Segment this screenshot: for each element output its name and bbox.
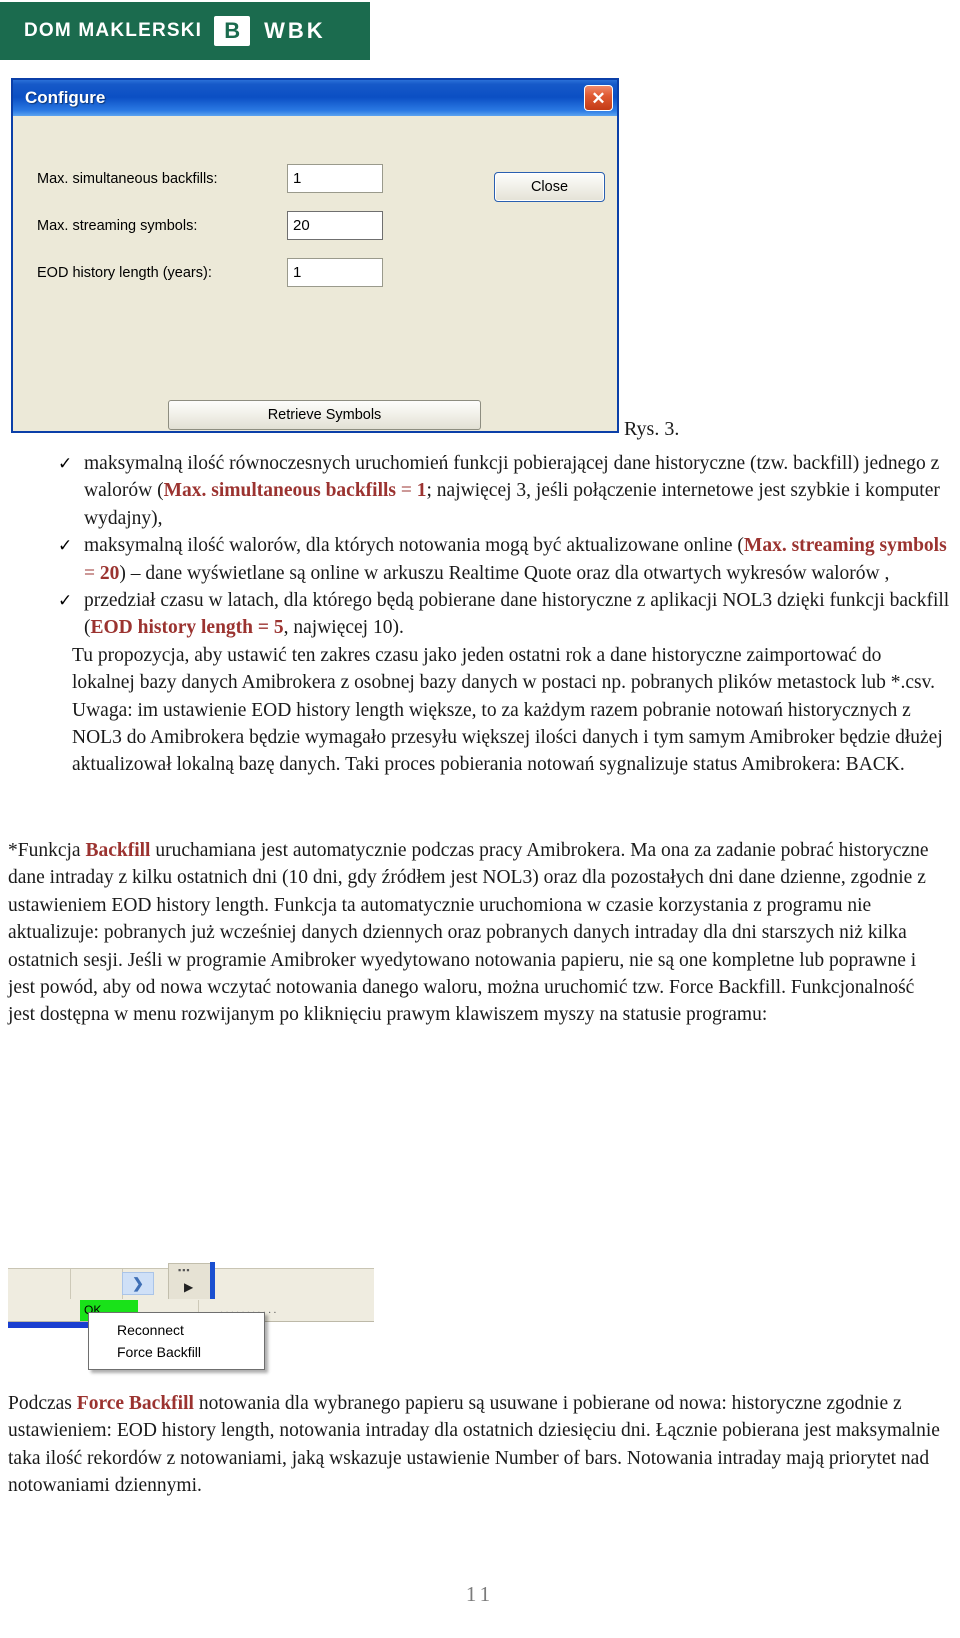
field-row-eod-history-length: EOD history length (years): xyxy=(37,258,383,287)
list-item-text: maksymalną ilość walorów, dla których no… xyxy=(84,535,947,584)
grip-dots-icon: ▪▪▪ xyxy=(178,1265,191,1275)
brand-name: DOM MAKLERSKI xyxy=(24,20,203,41)
check-icon: ✓ xyxy=(58,536,73,557)
brand-header: DOM MAKLERSKI B WBK xyxy=(0,2,370,60)
play-icon[interactable]: ▶ xyxy=(184,1280,193,1294)
bullet-list: ✓ maksymalną ilość równoczesnych uruchom… xyxy=(0,450,960,642)
footnote-body: uruchamiana jest automatycznie podczas p… xyxy=(8,839,929,1026)
context-menu: Reconnect Force Backfill xyxy=(88,1312,265,1370)
label-max-streaming-symbols: Max. streaming symbols: xyxy=(37,217,198,234)
list-item-text: przedział czasu w latach, dla którego bę… xyxy=(84,590,950,639)
retrieve-symbols-button[interactable]: Retrieve Symbols xyxy=(168,400,481,430)
check-icon: ✓ xyxy=(58,454,73,474)
list-item: ✓ maksymalną ilość równoczesnych uruchom… xyxy=(0,450,960,532)
dialog-title-text: Configure xyxy=(25,88,106,107)
dialog-title-bar[interactable]: Configure ✕ xyxy=(13,80,617,116)
page-number: 11 xyxy=(465,1582,495,1606)
footnote-prefix: *Funkcja xyxy=(8,839,86,861)
check-icon: ✓ xyxy=(58,591,73,612)
document-body: ✓ maksymalną ilość równoczesnych uruchom… xyxy=(0,450,960,1029)
status-bar-screenshot: ❯ ▪▪▪ ▶ OK ··········· Reconnect Force B… xyxy=(8,1262,428,1370)
list-item-text: maksymalną ilość równoczesnych uruchomie… xyxy=(84,453,940,529)
figure-caption: Rys. 3. xyxy=(624,418,680,440)
close-button[interactable]: Close xyxy=(494,172,605,202)
field-row-max-streaming-symbols: Max. streaming symbols: xyxy=(37,211,383,240)
label-eod-history-length: EOD history length (years): xyxy=(37,264,212,281)
brand-logo-icon: B xyxy=(214,16,251,46)
paragraph-backfill-footnote: *Funkcja Backfill uruchamiana jest autom… xyxy=(0,837,960,1029)
input-max-streaming-symbols[interactable] xyxy=(287,211,383,240)
list-item: ✓ przedział czasu w latach, dla którego … xyxy=(0,587,960,642)
mini-bottom-blue-bar xyxy=(8,1322,90,1328)
brand-suffix: WBK xyxy=(264,18,326,43)
list-item: ✓ maksymalną ilość walorów, dla których … xyxy=(0,532,960,587)
paragraph-proposal: Tu propozycja, aby ustawić ten zakres cz… xyxy=(72,644,935,694)
menu-item-force-backfill[interactable]: Force Backfill xyxy=(89,1341,264,1363)
field-row-max-simultaneous-backfills: Max. simultaneous backfills: xyxy=(37,164,383,193)
paragraph-warning: Uwaga: im ustawienie EOD history length … xyxy=(72,699,943,776)
final-term-force-backfill: Force Backfill xyxy=(76,1393,194,1414)
input-eod-history-length[interactable] xyxy=(287,258,383,287)
close-icon[interactable]: ✕ xyxy=(584,85,613,111)
final-paragraph-wrap: Podczas Force Backfill notowania dla wyb… xyxy=(0,1390,960,1500)
final-prefix: Podczas xyxy=(8,1393,77,1414)
next-arrow-icon[interactable]: ❯ xyxy=(122,1272,154,1295)
configure-dialog: Configure ✕ Max. simultaneous backfills:… xyxy=(11,78,619,433)
footnote-term-backfill: Backfill xyxy=(85,839,151,861)
dialog-body: Max. simultaneous backfills: Max. stream… xyxy=(13,116,617,433)
paragraph-force-backfill: Podczas Force Backfill notowania dla wyb… xyxy=(0,1390,960,1500)
label-max-simultaneous-backfills: Max. simultaneous backfills: xyxy=(37,170,218,187)
input-max-simultaneous-backfills[interactable] xyxy=(287,164,383,193)
menu-item-reconnect[interactable]: Reconnect xyxy=(89,1319,264,1341)
